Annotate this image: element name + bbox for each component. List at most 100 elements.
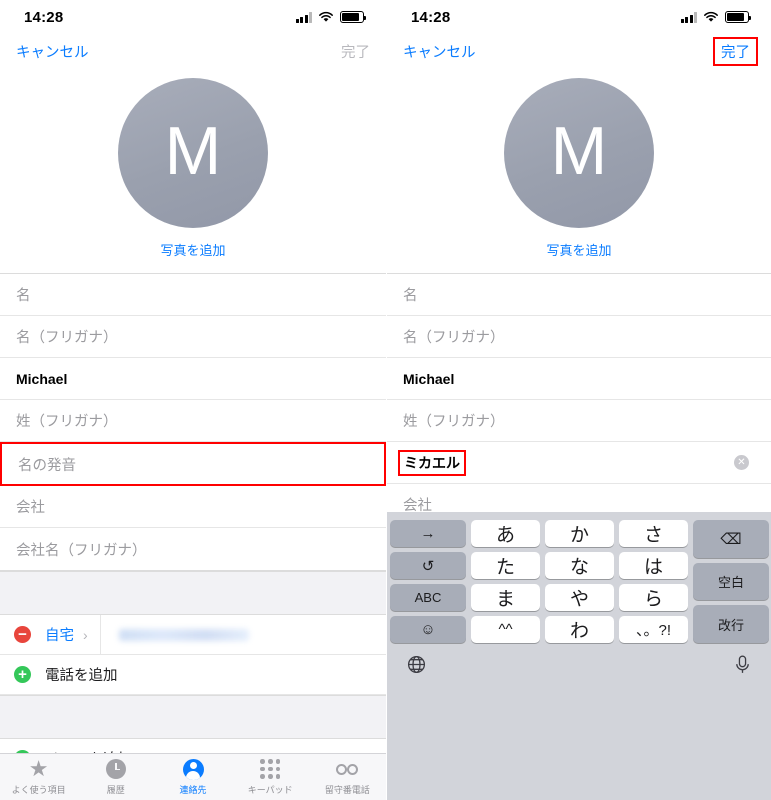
person-icon [182,758,204,780]
company-field[interactable]: 会社 [0,486,386,528]
last-name-kana-field[interactable]: 姓（フリガナ） [0,400,386,442]
key-punctuation[interactable]: 、。?! [619,616,688,643]
key-emoji[interactable]: ☺ [390,616,466,643]
phone-label: 自宅 [45,628,74,644]
first-name-placeholder: 名 [16,288,31,304]
status-bar: 14:28 [387,0,771,34]
globe-icon[interactable] [406,654,427,675]
keyboard-grid: → ↺ ABC ☺ あ た ま ^^ か な や わ さ は ら 、。?! ⌫ … [390,520,769,644]
tab-contacts[interactable]: 連絡先 [154,758,231,796]
japanese-kana-keyboard: → ↺ ABC ☺ あ た ま ^^ か な や わ さ は ら 、。?! ⌫ … [387,512,771,800]
key-kaomoji[interactable]: ^^ [471,616,540,643]
pronunciation-value: ミカエル [398,449,466,476]
keyboard-left-column: → ↺ ABC ☺ [390,520,466,643]
tab-voicemail[interactable]: 留守番電話 [309,758,386,796]
avatar-initial: M [164,113,222,189]
company-kana-field[interactable]: 会社名（フリガナ） [0,528,386,570]
first-name-field[interactable]: 名 [0,274,386,316]
phone-number-redacted [118,628,249,641]
key-ma[interactable]: ま [471,584,540,611]
key-ya[interactable]: や [545,584,614,611]
tab-label: 履歴 [106,785,125,795]
wifi-icon [319,11,333,22]
status-icons [680,11,752,23]
add-photo-link[interactable]: 写真を追加 [160,240,225,259]
key-ka[interactable]: か [545,520,614,547]
keypad-icon [260,758,281,780]
tab-keypad[interactable]: キーパッド [232,758,309,796]
avatar-section: M 写真を追加 [0,68,386,273]
last-name-field[interactable]: Michael [387,358,771,400]
status-time: 14:28 [24,8,64,26]
tab-recents[interactable]: 履歴 [77,758,154,796]
tab-label: よく使う項目 [11,785,66,795]
tab-label: キーパッド [247,785,293,795]
keyboard-column-2: か な や わ [545,520,614,643]
chevron-right-icon[interactable]: › [83,627,88,643]
cancel-button[interactable]: キャンセル [403,41,476,62]
key-wa[interactable]: わ [545,616,614,643]
voicemail-icon [336,758,359,780]
add-photo-link[interactable]: 写真を追加 [546,240,611,259]
avatar[interactable]: M [504,78,654,228]
first-name-field[interactable]: 名 [387,274,771,316]
cellular-signal-icon [680,11,697,23]
right-phone-screen: 14:28 キャンセル 完了 M 写真を追加 名 名（フリガナ） Michael… [386,0,771,800]
clock-icon [105,758,126,780]
keyboard-right-column: ⌫ 空白 改行 [693,520,769,644]
key-return[interactable]: 改行 [693,605,769,644]
microphone-icon[interactable] [732,654,753,675]
tab-bar: ★ よく使う項目 履歴 連絡先 キーパッド 留守番電話 [0,753,386,800]
keyboard-column-1: あ た ま ^^ [471,520,540,643]
first-name-placeholder: 名 [403,288,418,304]
status-icons [295,11,367,23]
tab-favorites[interactable]: ★ よく使う項目 [0,758,77,796]
last-name-kana-field[interactable]: 姓（フリガナ） [387,400,771,442]
key-ha[interactable]: は [619,552,688,579]
status-bar: 14:28 [0,0,386,34]
key-undo[interactable]: ↺ [390,552,466,579]
remove-icon[interactable]: − [14,626,31,643]
done-button[interactable]: 完了 [713,36,758,66]
navigation-bar: キャンセル 完了 [387,34,771,68]
key-abc[interactable]: ABC [390,584,466,611]
wifi-icon [704,11,718,22]
company-kana-placeholder: 会社名（フリガナ） [16,542,147,559]
key-a[interactable]: あ [471,520,540,547]
section-spacer-email [0,695,386,739]
status-time: 14:28 [411,8,451,26]
done-button[interactable]: 完了 [341,41,370,62]
left-phone-screen: 14:28 キャンセル 完了 M 写真を追加 名 名（フリガナ） Michael… [0,0,386,800]
first-name-kana-field[interactable]: 名（フリガナ） [387,316,771,358]
pronunciation-placeholder: 名の発音 [18,457,76,474]
key-cursor-right[interactable]: → [390,520,466,547]
avatar-section: M 写真を追加 [387,68,771,273]
company-placeholder: 会社 [16,500,45,516]
add-icon[interactable]: + [14,666,31,683]
navigation-bar: キャンセル 完了 [0,34,386,68]
last-name-field[interactable]: Michael [0,358,386,400]
tab-label: 留守番電話 [324,785,370,795]
pronunciation-field[interactable]: ミカエル ✕ [387,442,771,484]
last-name-value: Michael [16,370,68,387]
add-phone-row[interactable]: + 電話を追加 [0,655,386,695]
key-backspace[interactable]: ⌫ [693,520,769,558]
avatar[interactable]: M [118,78,268,228]
cancel-button[interactable]: キャンセル [16,41,89,62]
battery-icon [725,11,752,23]
first-name-kana-placeholder: 名（フリガナ） [403,330,505,346]
key-space[interactable]: 空白 [693,562,769,601]
key-ta[interactable]: た [471,552,540,579]
clear-text-icon[interactable]: ✕ [734,455,749,470]
key-ra[interactable]: ら [619,584,688,611]
key-sa[interactable]: さ [619,520,688,547]
first-name-kana-placeholder: 名（フリガナ） [16,330,118,346]
star-icon: ★ [28,756,49,781]
keyboard-column-3: さ は ら 、。?! [619,520,688,643]
last-name-kana-placeholder: 姓（フリガナ） [403,414,505,430]
key-na[interactable]: な [545,552,614,579]
pronunciation-field[interactable]: 名の発音 [0,442,386,486]
phone-row-home[interactable]: − 自宅 › [0,615,386,655]
first-name-kana-field[interactable]: 名（フリガナ） [0,316,386,358]
tab-label: 連絡先 [179,785,207,795]
